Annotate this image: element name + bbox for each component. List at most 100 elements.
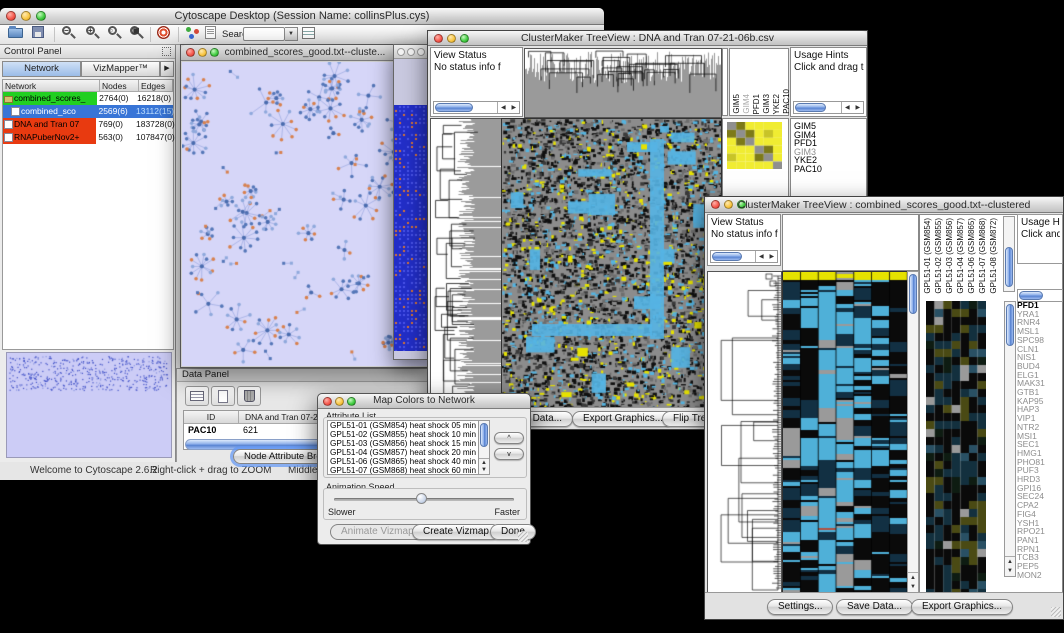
toolbar-separator: [178, 27, 179, 42]
column-id[interactable]: ID: [184, 411, 239, 424]
scroll-up-icon[interactable]: ▲: [1007, 559, 1013, 565]
global-heatmap-canvas[interactable]: [501, 118, 722, 411]
column-nodes[interactable]: Nodes: [100, 80, 139, 92]
network-row-selected[interactable]: combined_sco 2569(6) 13112(15): [3, 105, 173, 118]
attribute-item[interactable]: GPL51-04 (GSM857) heat shock 20 min: [328, 448, 489, 457]
scroll-left-icon[interactable]: ◀: [759, 253, 764, 260]
usage-hints-hscrollbar[interactable]: ◀▶: [793, 101, 864, 114]
toolbar-separator: [150, 27, 151, 42]
heatmap-vscrollbar[interactable]: ▲▼: [907, 271, 919, 593]
vizmapper-icon[interactable]: [186, 27, 200, 39]
control-panel-tabs: Network VizMapper™ ▶: [2, 61, 174, 77]
resize-grip[interactable]: [1051, 607, 1061, 617]
attribute-item[interactable]: GPL51-01 (GSM854) heat shock 05 min: [328, 421, 489, 430]
network-view-titlebar[interactable]: combined_scores_good.txt--cluste...: [181, 45, 429, 61]
network-row[interactable]: DNA and Tran 07 769(0) 183728(0): [3, 118, 173, 131]
row-dendrogram-canvas[interactable]: [430, 118, 502, 411]
delete-attribute-button[interactable]: [237, 386, 261, 406]
zoom-heatmap-canvas[interactable]: [926, 301, 986, 593]
treeview2-titlebar[interactable]: ClusterMaker TreeView : combined_scores_…: [705, 197, 1063, 213]
attribute-select-button[interactable]: [185, 386, 209, 406]
new-attribute-button[interactable]: [211, 386, 235, 406]
labels-vscrollbar[interactable]: [1003, 216, 1015, 292]
scroll-down-icon[interactable]: ▼: [1007, 568, 1013, 574]
animate-vizmap-button[interactable]: Animate Vizmap: [330, 524, 425, 540]
zoom-fit-icon[interactable]: ▫: [108, 26, 117, 35]
desktop: Cytoscape Desktop (Session Name: collins…: [0, 0, 1064, 633]
row-dendrogram-canvas[interactable]: [707, 271, 782, 595]
scroll-down-icon[interactable]: ▼: [910, 584, 916, 590]
dialog-titlebar[interactable]: Map Colors to Network: [318, 394, 530, 409]
network-overview-thumbnail[interactable]: [6, 352, 172, 458]
scrollbar-thumb[interactable]: [909, 274, 917, 314]
column-edges[interactable]: Edges: [139, 80, 173, 92]
toolbar-separator: [54, 27, 55, 42]
search-input[interactable]: [243, 27, 285, 41]
scroll-left-icon[interactable]: ◀: [845, 104, 850, 111]
export-table-icon[interactable]: [302, 27, 315, 39]
network-row[interactable]: combined_scores_ 2764(0) 16218(0): [3, 92, 173, 105]
scroll-up-icon[interactable]: ▲: [481, 460, 487, 466]
attribute-item[interactable]: GPL51-07 (GSM868) heat shock 60 min: [328, 466, 489, 475]
open-file-icon[interactable]: [8, 28, 23, 38]
move-down-button[interactable]: v: [494, 448, 524, 460]
attribute-list[interactable]: GPL51-01 (GSM854) heat shock 05 minGPL51…: [327, 420, 490, 475]
move-up-button[interactable]: ^: [494, 432, 524, 444]
save-data-button[interactable]: Save Data...: [836, 599, 913, 615]
slider-thumb[interactable]: [416, 493, 427, 504]
attribute-item[interactable]: GPL51-06 (GSM865) heat shock 40 min: [328, 457, 489, 466]
treeview1-titlebar[interactable]: ClusterMaker TreeView : DNA and Tran 07-…: [428, 31, 867, 46]
scroll-left-icon[interactable]: ◀: [501, 104, 506, 111]
close-button[interactable]: [397, 48, 405, 56]
zoom-selected-icon[interactable]: ▣: [130, 26, 139, 35]
scroll-down-icon[interactable]: ▼: [481, 467, 487, 473]
save-icon[interactable]: [32, 26, 44, 38]
attribute-item[interactable]: GPL51-03 (GSM856) heat shock 15 min: [328, 439, 489, 448]
view-status-hscrollbar[interactable]: ◀▶: [433, 101, 520, 114]
export-graphics-button[interactable]: Export Graphics...: [911, 599, 1013, 615]
help-icon[interactable]: [157, 26, 170, 39]
export-graphics-button[interactable]: Export Graphics...: [572, 411, 674, 427]
attribute-list-vscrollbar[interactable]: ▲▼: [478, 420, 490, 475]
gene-label: MON2: [1017, 571, 1063, 580]
gene-list-vscrollbar[interactable]: ▲▼: [1004, 301, 1016, 577]
scrollbar-thumb[interactable]: [712, 252, 742, 261]
zoom-heatmap-canvas[interactable]: [727, 122, 782, 169]
float-panel-icon[interactable]: [162, 47, 171, 56]
scroll-up-icon[interactable]: ▲: [910, 575, 916, 581]
create-vizmap-button[interactable]: Create Vizmap: [412, 524, 500, 540]
view-status-hscrollbar[interactable]: ◀▶: [710, 250, 778, 263]
column-label: GPL51-08 (GSM872): [989, 218, 1000, 294]
settings-button[interactable]: Settings...: [767, 599, 833, 615]
zoom-out-icon[interactable]: −: [62, 26, 71, 35]
search-dropdown-icon[interactable]: ▼: [285, 27, 298, 41]
resize-grip[interactable]: [518, 532, 528, 542]
column-dendrogram-canvas[interactable]: [524, 48, 722, 118]
zoom-button[interactable]: [417, 48, 425, 56]
cytoscape-titlebar[interactable]: Cytoscape Desktop (Session Name: collins…: [0, 8, 604, 25]
scrollbar-thumb[interactable]: [1006, 304, 1014, 346]
scrollbar-thumb[interactable]: [1005, 247, 1013, 287]
zoom-in-icon[interactable]: +: [86, 26, 95, 35]
network-canvas[interactable]: [182, 62, 428, 366]
minimize-button[interactable]: [407, 48, 415, 56]
scrollbar-thumb[interactable]: [795, 103, 826, 112]
scroll-right-icon[interactable]: ▶: [855, 104, 860, 111]
more-tabs-icon[interactable]: ▶: [160, 61, 174, 77]
global-heatmap-canvas[interactable]: [782, 271, 908, 595]
column-label: GIM3: [762, 94, 771, 114]
scroll-right-icon[interactable]: ▶: [511, 104, 516, 111]
dense-network-canvas[interactable]: [394, 105, 429, 351]
column-network[interactable]: Network: [3, 80, 100, 92]
annotation-icon[interactable]: [205, 26, 216, 39]
tab-vizmapper[interactable]: VizMapper™: [81, 61, 160, 77]
attribute-item[interactable]: GPL51-02 (GSM855) heat shock 10 min: [328, 430, 489, 439]
scrollbar-thumb[interactable]: [435, 103, 473, 112]
scrollbar-thumb[interactable]: [480, 423, 488, 447]
tab-network[interactable]: Network: [2, 61, 81, 77]
scroll-right-icon[interactable]: ▶: [769, 253, 774, 260]
scrollbar-thumb[interactable]: [1019, 291, 1043, 300]
network-row[interactable]: RNAPuberNov2+ 563(0) 107847(0): [3, 131, 173, 144]
table-cell[interactable]: PAC10: [184, 424, 239, 437]
done-button[interactable]: Done: [490, 524, 536, 540]
